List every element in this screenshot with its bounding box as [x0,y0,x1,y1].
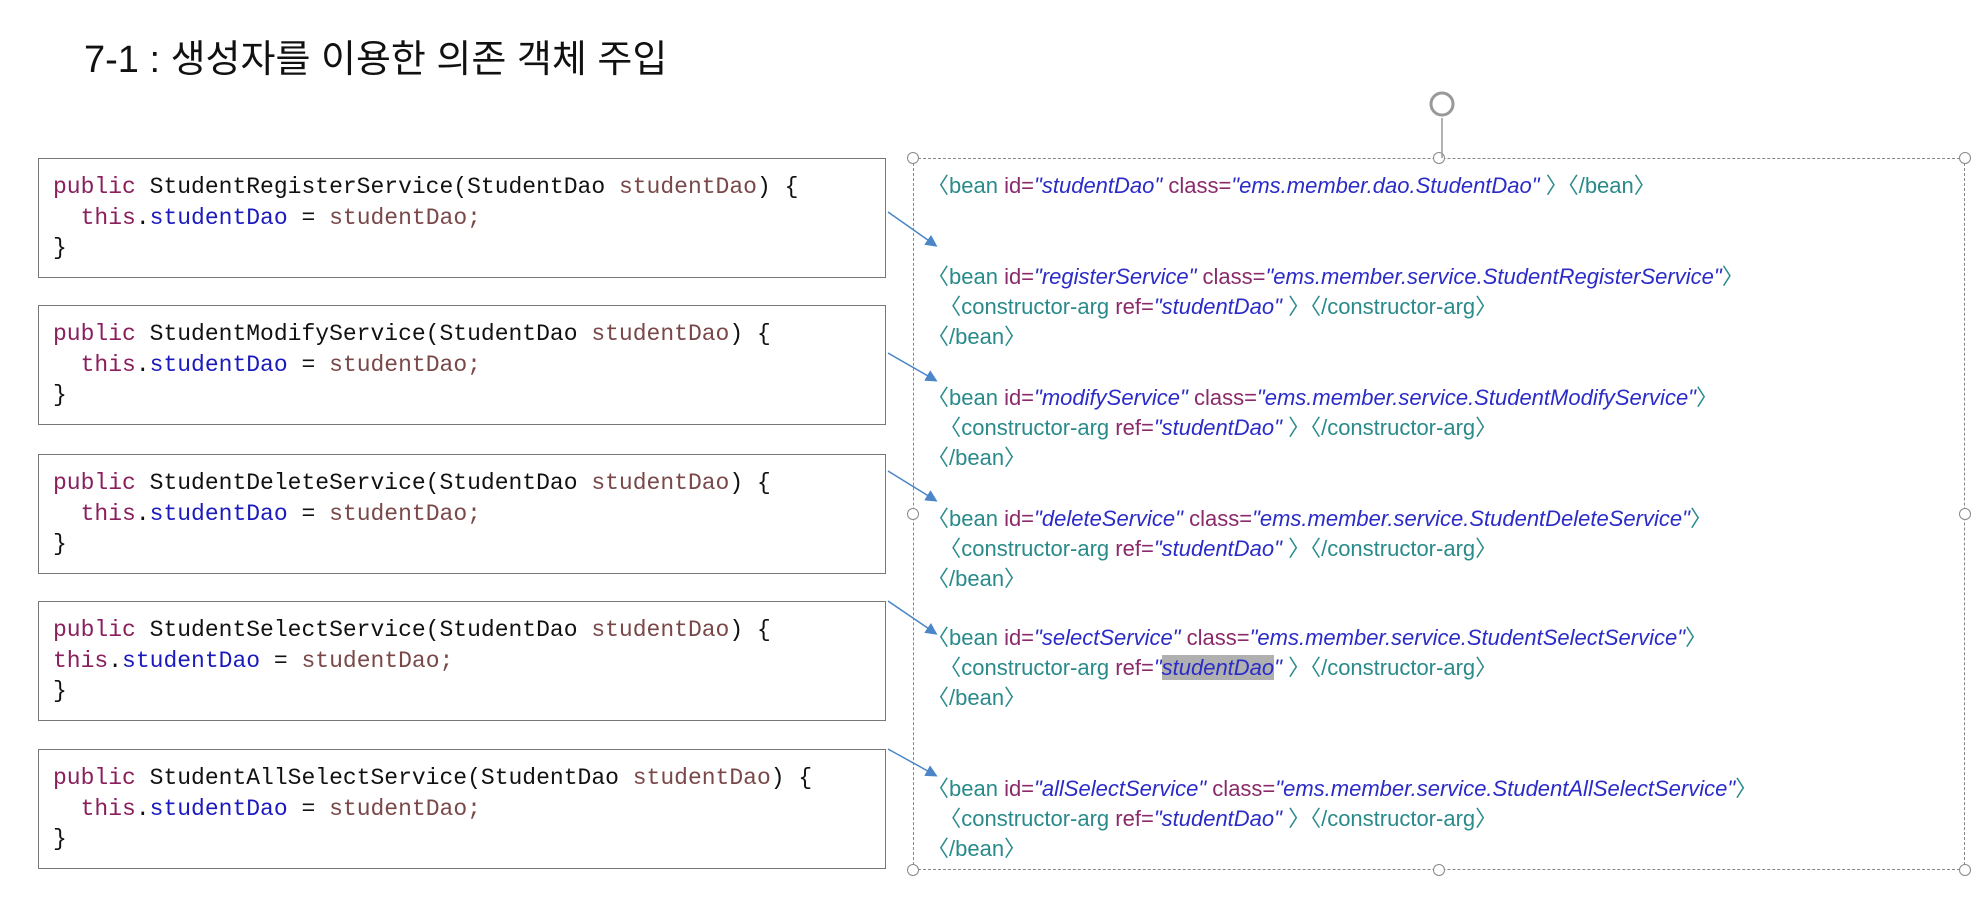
arrows [887,91,1455,777]
rotate-handle-icon [1429,91,1455,117]
arrow [887,352,938,382]
arrow [887,211,938,247]
arrow [887,470,938,502]
arrow [887,600,938,635]
arrow [887,748,938,777]
